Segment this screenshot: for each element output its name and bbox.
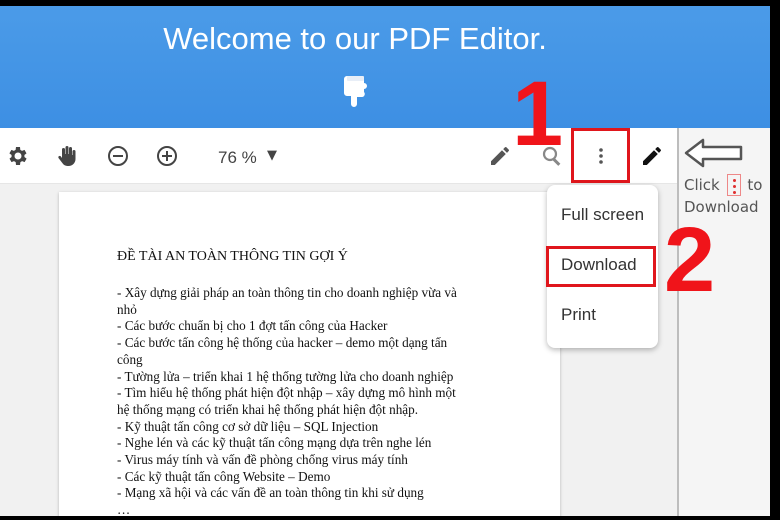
document-line: - Xây dựng giải pháp an toàn thông tin c…: [117, 285, 457, 300]
pdf-page: ĐỀ TÀI AN TOÀN THÔNG TIN GỢI Ý - Xây dựn…: [59, 192, 560, 516]
document-line: - Các bước tấn công hệ thống của hacker …: [117, 335, 448, 351]
document-line: nhỏ: [117, 301, 137, 317]
hand-icon[interactable]: [56, 144, 80, 168]
gear-icon[interactable]: [5, 144, 29, 168]
document-line: - Các bước chuẩn bị cho 1 đợt tấn công c…: [117, 318, 388, 334]
more-vertical-icon: [726, 174, 741, 196]
document-line: - Tường lửa – triển khai 1 hệ thống tườn…: [117, 368, 454, 384]
zoom-dropdown-caret[interactable]: ▼: [267, 148, 277, 163]
menu-item-full-screen[interactable]: Full screen: [547, 198, 658, 232]
menu-item-print[interactable]: Print: [547, 298, 658, 332]
document-body: - Xây dựng giải pháp an toàn thông tin c…: [117, 285, 507, 516]
document-title: ĐỀ TÀI AN TOÀN THÔNG TIN GỢI Ý: [117, 249, 348, 264]
zoom-level[interactable]: 76 %: [218, 148, 257, 168]
download-highlight: [546, 246, 656, 287]
document-line: - Tìm hiểu hệ thống phát hiện đột nhập –…: [117, 385, 456, 401]
welcome-banner: Welcome to our PDF Editor.: [0, 6, 770, 128]
document-line: - Virus máy tính và vấn đề phòng chống v…: [117, 452, 408, 468]
document-line: hệ thống mạng có triển khai hệ thống phá…: [117, 401, 419, 417]
pencil-icon[interactable]: [640, 144, 664, 168]
pen-icon[interactable]: [488, 144, 512, 168]
document-line: …: [117, 502, 131, 516]
hint-panel: Click to Download: [677, 128, 770, 516]
hint-click: Click: [684, 176, 720, 194]
more-vertical-icon[interactable]: [589, 144, 613, 168]
document-line: - Mạng xã hội và các vấn đề an toàn thôn…: [117, 485, 424, 501]
hint-to: to: [747, 176, 763, 194]
zoom-in-icon[interactable]: [155, 144, 179, 168]
document-line: - Kỹ thuật tấn công cơ sở dữ liệu – SQL …: [117, 418, 379, 434]
pointing-down-hand-icon: [344, 76, 367, 107]
step-2-label: 2: [664, 209, 716, 311]
pdf-toolbar: 76 % ▼: [0, 128, 677, 184]
document-line: công: [117, 351, 143, 367]
banner-title: Welcome to our PDF Editor.: [163, 21, 547, 56]
step-1-label: 1: [512, 63, 564, 165]
zoom-out-icon[interactable]: [106, 144, 130, 168]
pdf-editor-app: Welcome to our PDF Editor. 76 % ▼ Click …: [0, 6, 770, 516]
document-line: - Các kỹ thuật tấn công Website – Demo: [117, 468, 331, 484]
left-arrow-icon: [684, 138, 743, 168]
document-line: - Nghe lén và các kỹ thuật tấn công mạng…: [117, 435, 432, 451]
screenshot-frame: Welcome to our PDF Editor. 76 % ▼ Click …: [0, 0, 780, 520]
